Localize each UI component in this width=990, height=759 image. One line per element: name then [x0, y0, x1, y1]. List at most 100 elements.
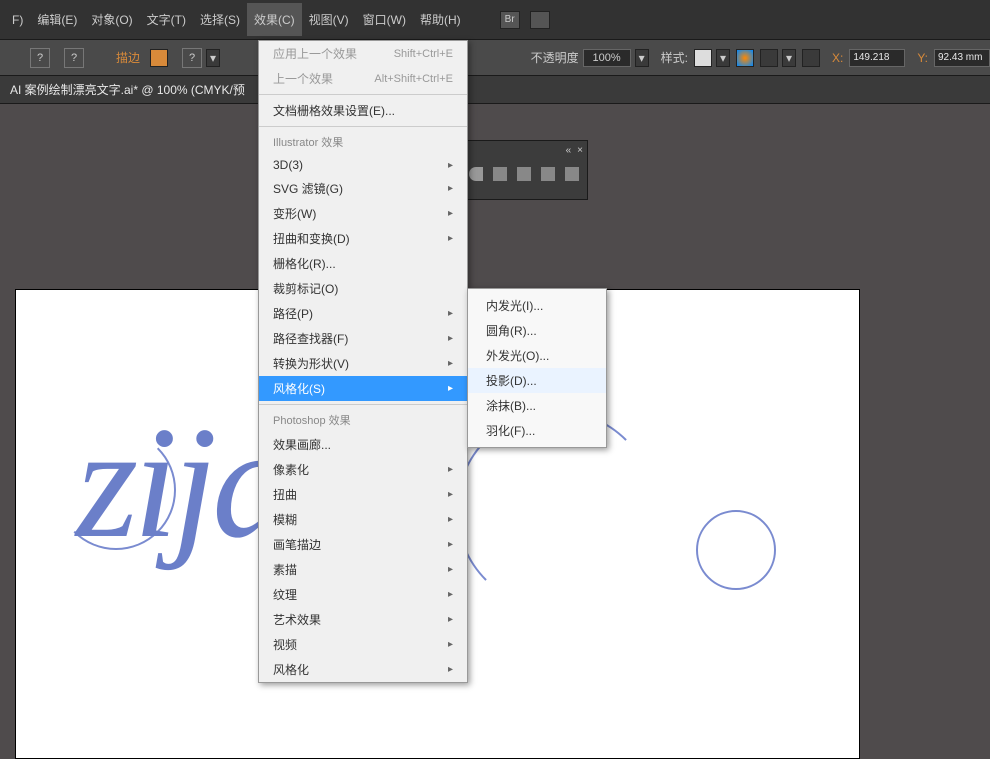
menu-item-gallery[interactable]: 效果画廊... — [259, 432, 467, 457]
arrange-icon[interactable] — [530, 11, 550, 29]
submenu-item-inner-glow[interactable]: 内发光(I)... — [468, 293, 606, 318]
chevron-right-icon: ▸ — [448, 308, 453, 319]
menu-item-svg[interactable]: SVG 滤镜(G) ▸ — [259, 176, 467, 201]
stroke-label: 描边 — [116, 49, 140, 66]
menu-item-distort[interactable]: 扭曲和变换(D)▸ — [259, 226, 467, 251]
document-title: AI 案例绘制漂亮文字.ai* @ 100% (CMYK/预 — [10, 81, 245, 98]
menu-item-raster[interactable]: 栅格化(R)... — [259, 251, 467, 276]
dropdown-arrow-icon[interactable]: ▾ — [782, 49, 796, 67]
menu-separator — [259, 94, 467, 95]
menu-item-stylize[interactable]: 风格化(S)▸ — [259, 376, 467, 401]
effect-menu-dropdown: 应用上一个效果 Shift+Ctrl+E 上一个效果 Alt+Shift+Ctr… — [258, 40, 468, 683]
menu-type[interactable]: 文字(T) — [140, 3, 193, 36]
menu-item-path[interactable]: 路径(P) ▸ — [259, 301, 467, 326]
menu-item-crop[interactable]: 裁剪标记(O) — [259, 276, 467, 301]
menu-item-label: 路径(P) — [273, 305, 313, 322]
shape-icon[interactable] — [541, 167, 555, 181]
dropdown-arrow-icon[interactable]: ▾ — [206, 49, 220, 67]
menu-item-label: 扭曲 — [273, 486, 297, 503]
chevron-right-icon: ▸ — [448, 464, 453, 475]
style-swatch[interactable] — [694, 49, 712, 67]
style-label: 样式: — [661, 49, 688, 66]
x-input[interactable] — [849, 49, 905, 67]
help-icon[interactable]: ? — [30, 48, 50, 68]
chevron-right-icon: ▸ — [448, 514, 453, 525]
submenu-item-scribble[interactable]: 涂抹(B)... — [468, 393, 606, 418]
chevron-right-icon: ▸ — [448, 333, 453, 344]
opacity-input[interactable] — [583, 49, 631, 67]
chevron-right-icon: ▸ — [448, 614, 453, 625]
menu-item-label: 裁剪标记(O) — [273, 280, 338, 297]
menu-item-3d[interactable]: 3D(3)▸ — [259, 154, 467, 176]
submenu-item-outer-glow[interactable]: 外发光(O)... — [468, 343, 606, 368]
menu-effect[interactable]: 效果(C) — [247, 3, 302, 36]
menu-item-label: 艺术效果 — [273, 611, 321, 628]
help-icon-3[interactable]: ? — [182, 48, 202, 68]
dropdown-arrow-icon[interactable]: ▾ — [635, 49, 649, 67]
menu-item-label: 风格化 — [273, 661, 309, 678]
menu-item-pixelate[interactable]: 像素化 ▸ — [259, 457, 467, 482]
menu-object[interactable]: 对象(O) — [84, 3, 139, 36]
document-tab[interactable]: AI 案例绘制漂亮文字.ai* @ 100% (CMYK/预 — [0, 76, 990, 104]
menu-help[interactable]: 帮助(H) — [413, 3, 468, 36]
menu-item-apply-last[interactable]: 应用上一个效果 Shift+Ctrl+E — [259, 41, 467, 66]
menu-item-label: SVG 滤镜(G) — [273, 180, 343, 197]
dropdown-arrow-icon[interactable]: ▾ — [716, 49, 730, 67]
y-input[interactable] — [934, 49, 990, 67]
shape-icon[interactable] — [469, 167, 483, 181]
chevron-right-icon: ▸ — [448, 539, 453, 550]
align-icon[interactable] — [760, 49, 778, 67]
menu-item-label: 像素化 — [273, 461, 309, 478]
shortcut-label: Alt+Shift+Ctrl+E — [374, 73, 453, 85]
menu-item-artistic[interactable]: 艺术效果 ▸ — [259, 607, 467, 632]
shape-icon[interactable] — [565, 167, 579, 181]
shape-icon[interactable] — [517, 167, 531, 181]
chevron-right-icon: ▸ — [448, 183, 453, 194]
help-icon-2[interactable]: ? — [64, 48, 84, 68]
menu-item-last-effect[interactable]: 上一个效果 Alt+Shift+Ctrl+E — [259, 66, 467, 91]
x-label: X: — [832, 51, 843, 65]
menu-item-blur[interactable]: 模糊▸ — [259, 507, 467, 532]
close-icon[interactable]: × — [577, 145, 583, 156]
menu-item-label: 文档栅格效果设置(E)... — [273, 102, 395, 119]
submenu-item-round-corners[interactable]: 圆角(R)... — [468, 318, 606, 343]
menu-separator — [259, 126, 467, 127]
menu-item-label: 栅格化(R)... — [273, 255, 336, 272]
submenu-item-drop-shadow[interactable]: 投影(D)... — [468, 368, 606, 393]
menu-item-label: 风格化(S) — [273, 380, 325, 397]
floating-panel[interactable]: « × — [460, 140, 588, 200]
menu-item-brush[interactable]: 画笔描边▸ — [259, 532, 467, 557]
menu-item-video[interactable]: 视频▸ — [259, 632, 467, 657]
chevron-right-icon: ▸ — [448, 233, 453, 244]
submenu-item-feather[interactable]: 羽化(F)... — [468, 418, 606, 443]
menu-item-doc-raster[interactable]: 文档栅格效果设置(E)... — [259, 98, 467, 123]
menu-item-stylize-ps[interactable]: 风格化 ▸ — [259, 657, 467, 682]
menu-item-label: 应用上一个效果 — [273, 45, 357, 62]
stroke-color-swatch[interactable] — [150, 49, 168, 67]
menu-file[interactable]: F) — [5, 5, 30, 35]
recolor-icon[interactable] — [736, 49, 754, 67]
menu-window[interactable]: 窗口(W) — [356, 3, 413, 36]
menu-item-texture[interactable]: 纹理▸ — [259, 582, 467, 607]
chevron-right-icon: ▸ — [448, 489, 453, 500]
collapse-icon[interactable]: « — [566, 145, 572, 156]
bridge-icon[interactable]: Br — [500, 11, 520, 29]
menu-item-pathfinder[interactable]: 路径查找器(F)▸ — [259, 326, 467, 351]
menu-view[interactable]: 视图(V) — [302, 3, 356, 36]
chevron-right-icon: ▸ — [448, 664, 453, 675]
menu-item-convert-shape[interactable]: 转换为形状(V)▸ — [259, 351, 467, 376]
shape-icon[interactable] — [493, 167, 507, 181]
menu-select[interactable]: 选择(S) — [193, 3, 247, 36]
stylize-submenu: 内发光(I)... 圆角(R)... 外发光(O)... 投影(D)... 涂抹… — [467, 288, 607, 448]
menu-item-distort-ps[interactable]: 扭曲 ▸ — [259, 482, 467, 507]
transform-icon[interactable] — [802, 49, 820, 67]
menu-section-ps: Photoshop 效果 — [259, 408, 467, 432]
swirl-decoration — [696, 510, 776, 590]
menu-item-warp[interactable]: 变形(W)▸ — [259, 201, 467, 226]
chevron-right-icon: ▸ — [448, 208, 453, 219]
menu-edit[interactable]: 编辑(E) — [30, 3, 84, 36]
opacity-label: 不透明度 — [531, 49, 579, 66]
chevron-right-icon: ▸ — [448, 639, 453, 650]
chevron-right-icon: ▸ — [448, 160, 453, 171]
menu-item-sketch[interactable]: 素描▸ — [259, 557, 467, 582]
